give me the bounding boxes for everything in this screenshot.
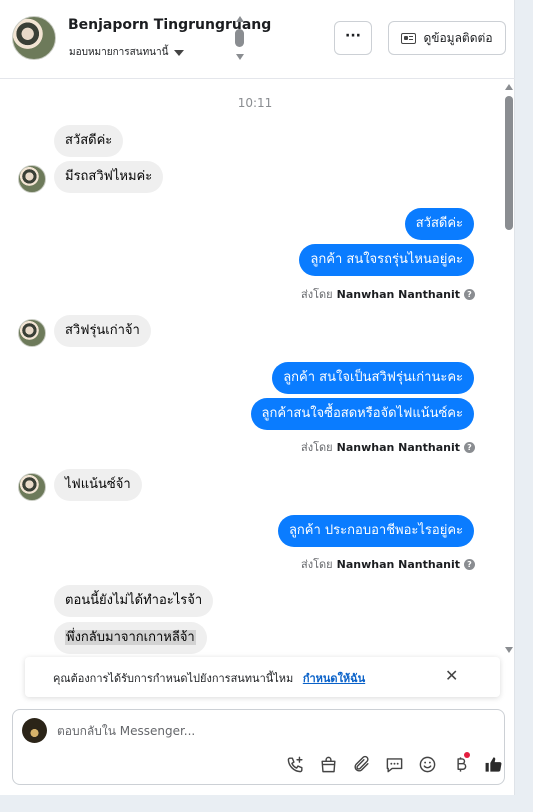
more-options-button[interactable]: ··· [334,21,372,55]
baht-icon[interactable] [444,751,477,777]
sent-by-prefix: ส่งโดย [301,288,333,301]
paperclip-icon[interactable] [345,751,378,777]
assign-notice-banner: คุณต้องการได้รับการกำหนดไปยังการสนทนานี้… [25,657,500,697]
scroll-thumb[interactable] [505,96,513,230]
sent-by-label: ส่งโดย Nanwhan Nanthanit ? [301,438,475,456]
incoming-message[interactable]: พึ่งกลับมาจากเกาหลีจ้า [54,622,207,654]
view-contact-button[interactable]: ดูข้อมูลติดต่อ [388,21,506,55]
sent-by-prefix: ส่งโดย [301,441,333,454]
notice-message: คุณต้องการได้รับการกำหนดไปยังการสนทนานี้… [53,672,294,685]
view-contact-label: ดูข้อมูลติดต่อ [423,30,493,45]
conversation-header: Benjaporn Tingrungruang มอบหมายการสนทนาน… [0,0,515,79]
sent-by-label: ส่งโดย Nanwhan Nanthanit ? [301,285,475,303]
help-icon[interactable]: ? [464,288,475,300]
selected-message-text: พึ่งกลับมาจากเกาหลีจ้า [65,630,196,645]
assign-notice-text: คุณต้องการได้รับการกำหนดไปยังการสนทนานี้… [53,669,365,687]
outgoing-message[interactable]: ลูกค้า สนใจเป็นสวิฟรุ่นเก่านะคะ [272,362,474,394]
assign-conversation-dropdown[interactable]: มอบหมายการสนทนานี้ [69,45,185,60]
incoming-message[interactable]: ไฟแน้นซ์จ้า [54,469,142,501]
sent-by-name: Nanwhan Nanthanit [336,287,460,301]
chat-bubble-icon[interactable] [378,751,411,777]
message-timestamp: 10:11 [237,96,273,110]
customer-avatar [18,319,46,347]
contact-card-icon [401,32,417,44]
incoming-message[interactable]: ตอนนี้ยังไม่ได้ทำอะไรจ้า [54,585,214,617]
sent-by-prefix: ส่งโดย [301,558,333,571]
outgoing-message[interactable]: สวัสดีค่ะ [404,208,474,240]
incoming-message[interactable]: สวัสดีค่ะ [54,125,124,157]
scroll-thumb[interactable] [235,29,244,47]
reply-input[interactable] [57,724,477,738]
scroll-up-icon[interactable] [505,84,513,90]
incoming-message[interactable]: สวิฟรุ่นเก่าจ้า [54,315,151,347]
sent-by-name: Nanwhan Nanthanit [336,557,460,571]
notification-dot [464,752,470,758]
phone-plus-icon[interactable] [279,751,312,777]
composer-toolbar [279,751,510,777]
page-avatar [22,718,47,743]
smiley-icon[interactable] [411,751,444,777]
scroll-up-icon[interactable] [236,16,244,22]
assign-label: มอบหมายการสนทนานี้ [69,47,169,58]
customer-avatar [18,165,46,193]
assign-to-me-link[interactable]: กำหนดให้ฉัน [303,672,365,685]
reply-composer [12,709,505,785]
shopping-bag-icon[interactable] [312,751,345,777]
caret-down-icon [174,49,185,56]
contact-avatar[interactable] [12,16,56,60]
message-thread: 10:11 สวัสดีค่ะ มีรถสวิฟไหมค่ะ สวัสดีค่ะ… [0,80,515,658]
sent-by-label: ส่งโดย Nanwhan Nanthanit ? [301,555,475,573]
header-scroll-control[interactable] [234,16,246,62]
help-icon[interactable]: ? [464,441,475,453]
close-icon[interactable]: ✕ [445,666,458,685]
outgoing-message[interactable]: ลูกค้า สนใจรถรุ่นไหนอยู่คะ [299,244,474,276]
help-icon[interactable]: ? [464,558,475,570]
scroll-down-icon[interactable] [236,54,244,60]
outgoing-message[interactable]: ลูกค้า ประกอบอาชีพอะไรอยู่คะ [277,515,474,547]
conversation-panel: Benjaporn Tingrungruang มอบหมายการสนทนาน… [0,0,515,795]
thread-scrollbar[interactable] [503,80,515,658]
customer-avatar [18,473,46,501]
outgoing-message[interactable]: ลูกค้าสนใจซื้อสดหรือจัดไฟแน้นซ์คะ [250,398,474,430]
scroll-down-icon[interactable] [505,647,513,653]
incoming-message[interactable]: มีรถสวิฟไหมค่ะ [54,161,164,193]
sent-by-name: Nanwhan Nanthanit [336,440,460,454]
thumbs-up-icon[interactable] [477,751,510,777]
